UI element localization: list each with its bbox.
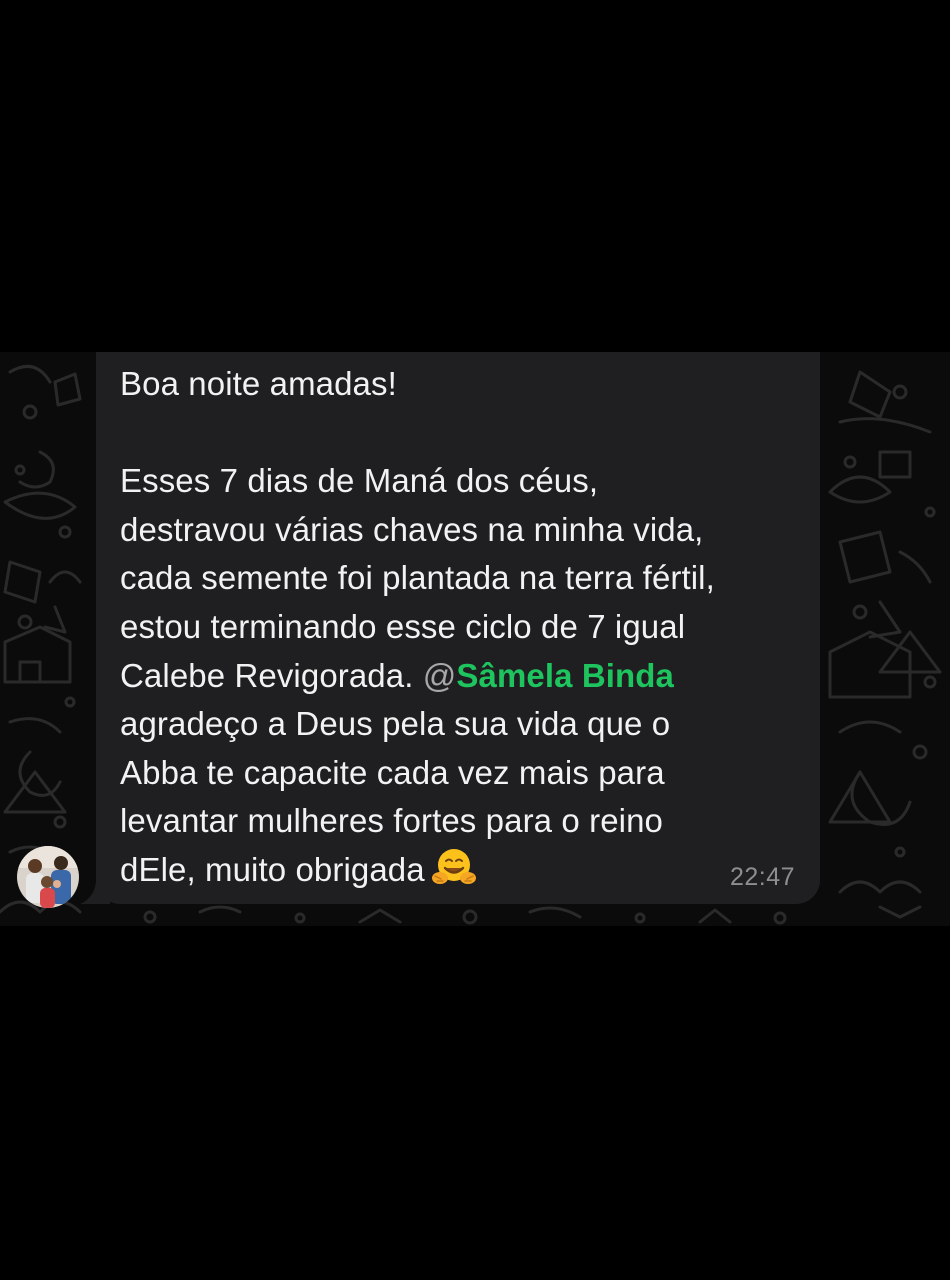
message-line: cada semente foi plantada na terra férti…: [120, 559, 715, 597]
message-line: destravou várias chaves na minha vida,: [120, 510, 704, 548]
hugging-face-emoji-icon: [431, 848, 476, 884]
message-line: Boa noite amadas!: [120, 365, 397, 402]
message-timestamp: 22:47: [729, 863, 795, 891]
mention-link[interactable]: Sâmela Binda: [456, 657, 674, 694]
message-line: Esses 7 dias de Maná dos céus,: [120, 462, 599, 500]
message-line: estou terminando esse ciclo de 7 igual: [120, 607, 686, 645]
message-line: Abba te capacite cada vez mais para: [120, 753, 665, 791]
family-photo-avatar-icon: [17, 846, 79, 908]
message-text: Boa noite amadas! Esses 7 dias de Maná d…: [120, 360, 810, 895]
message-line: dEle, muito obrigada: [120, 850, 425, 888]
message-line: levantar mulheres fortes para o reino: [120, 802, 663, 840]
sender-avatar[interactable]: [17, 846, 79, 908]
message-bubble[interactable]: Boa noite amadas! Esses 7 dias de Maná d…: [96, 352, 820, 904]
message-line: agradeço a Deus pela sua vida que o: [120, 705, 671, 743]
chat-area: Boa noite amadas! Esses 7 dias de Maná d…: [0, 352, 950, 926]
mention-at-sign[interactable]: @: [423, 657, 457, 694]
message-line: Calebe Revigorada.: [120, 656, 423, 694]
